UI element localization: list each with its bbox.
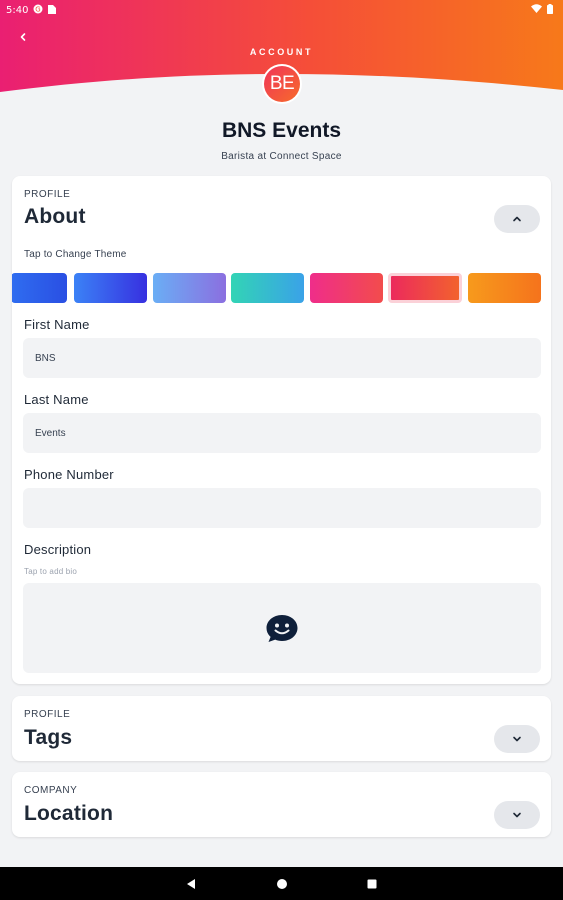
description-label: Description (24, 542, 92, 557)
location-card: COMPANY Location (12, 772, 551, 837)
phone-number-label: Phone Number (24, 467, 114, 482)
profile-subtitle: Barista at Connect Space (221, 151, 342, 162)
tags-eyebrow: PROFILE (24, 709, 71, 720)
chevron-left-icon (20, 33, 26, 41)
tags-heading: Tags (24, 726, 73, 749)
tags-card: PROFILE Tags (12, 696, 551, 761)
nav-home-button[interactable] (275, 877, 289, 891)
phone-number-field[interactable] (23, 488, 541, 528)
theme-swatch-indigo[interactable] (74, 273, 147, 303)
first-name-field[interactable]: BNS (23, 338, 541, 378)
avatar-initials: BE (264, 66, 300, 102)
circle-home-icon (277, 879, 287, 889)
about-eyebrow: PROFILE (24, 189, 71, 200)
nav-recents-button[interactable] (365, 877, 379, 891)
theme-swatch-blue[interactable] (12, 273, 67, 303)
header: 5:40 G ACCOUNT BE (0, 0, 563, 112)
avatar[interactable]: BE (262, 64, 302, 104)
nav-back-button[interactable] (184, 877, 198, 891)
chevron-down-icon (513, 812, 521, 818)
theme-swatch-pink[interactable] (310, 273, 383, 303)
last-name-field[interactable]: Events (23, 413, 541, 453)
last-name-label: Last Name (24, 392, 89, 407)
triangle-back-icon (187, 879, 195, 889)
wifi-icon (531, 4, 542, 16)
battery-icon (547, 3, 553, 17)
svg-text:G: G (36, 5, 41, 13)
square-recents-icon (367, 879, 377, 889)
theme-swatch-sky-violet[interactable] (153, 273, 226, 303)
tags-expand-button[interactable] (494, 725, 540, 753)
description-hint: Tap to add bio (24, 567, 78, 576)
first-name-label: First Name (24, 317, 90, 332)
app-notification-icon: G (33, 4, 43, 17)
theme-swatch-row (12, 273, 551, 303)
profile-name: BNS Events (221, 119, 342, 142)
system-navigation-bar (0, 867, 563, 900)
chat-smile-icon (266, 615, 298, 642)
theme-swatch-coral[interactable] (388, 273, 462, 303)
status-time: 5:40 (6, 4, 29, 16)
theme-swatch-teal[interactable] (231, 273, 304, 303)
section-label: ACCOUNT (249, 47, 314, 57)
location-heading: Location (24, 802, 114, 825)
location-expand-button[interactable] (494, 801, 540, 829)
description-field[interactable] (23, 583, 541, 673)
location-eyebrow: COMPANY (24, 785, 78, 796)
theme-swatch-orange[interactable] (468, 273, 541, 303)
about-collapse-button[interactable] (494, 205, 540, 233)
sim-card-icon (48, 4, 57, 17)
theme-label: Tap to Change Theme (24, 249, 127, 260)
about-card: PROFILE About Tap to Change Theme First … (12, 176, 551, 684)
back-button[interactable] (14, 28, 32, 46)
chevron-down-icon (513, 736, 521, 742)
chevron-up-icon (513, 216, 521, 222)
about-heading: About (24, 205, 86, 228)
status-bar: 5:40 G (0, 0, 563, 20)
